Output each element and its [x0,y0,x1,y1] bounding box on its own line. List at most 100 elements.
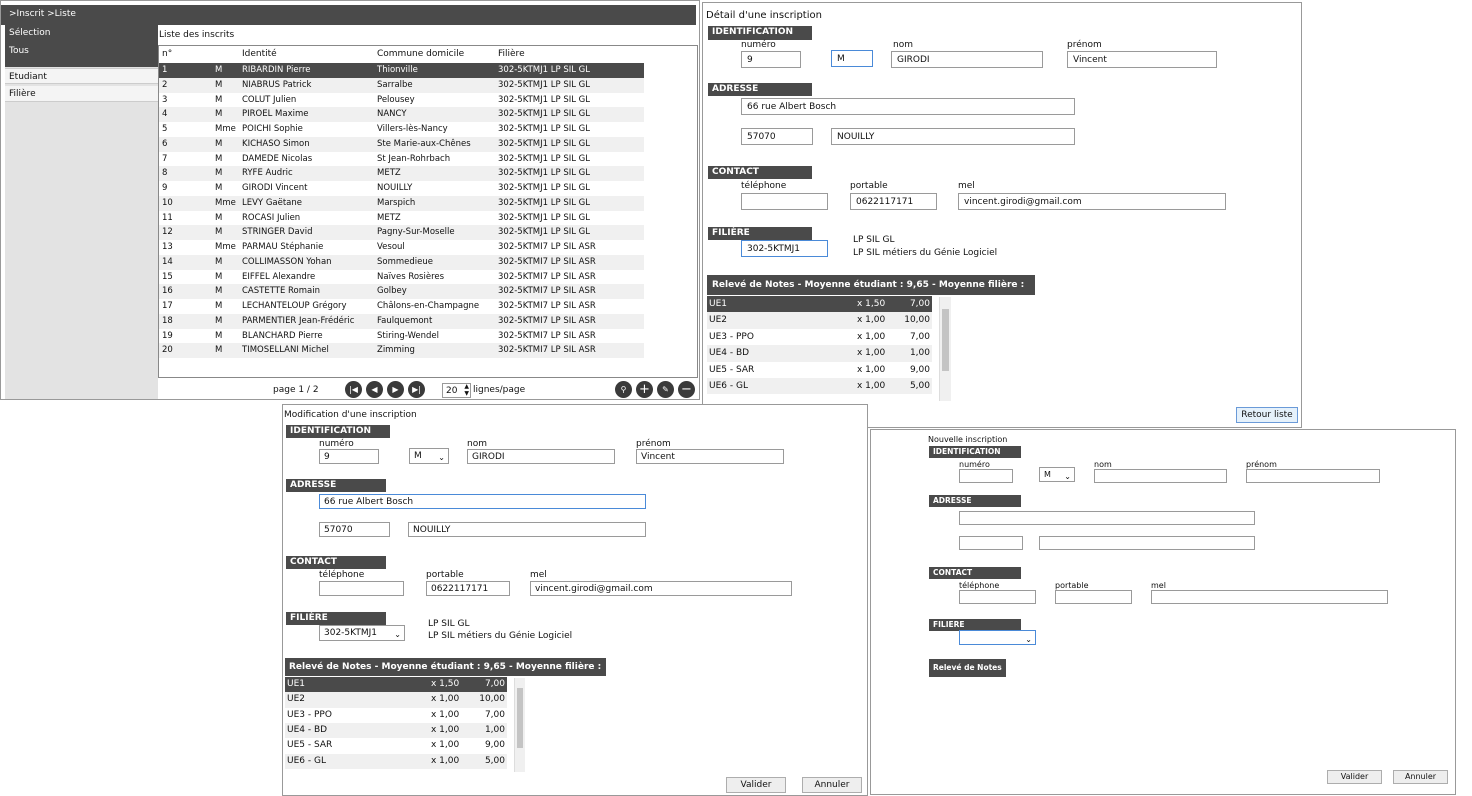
note-row[interactable]: UE5 - SAR x 1,00 9,00 [707,362,932,378]
telephone-field[interactable] [741,193,828,210]
note-row[interactable]: UE3 - PPO x 1,00 7,00 [707,329,932,345]
nouvelle-filiere-select[interactable]: ⌄ [959,630,1036,645]
modif-prenom-field[interactable]: Vincent [636,449,784,464]
sidebar-item-etudiant[interactable]: Etudiant [5,68,158,84]
search-icon[interactable]: ⚲ [615,381,632,398]
note-row[interactable]: UE1 x 1,50 7,00 [285,677,507,693]
table-row[interactable]: 20 M TIMOSELLANI Michel Zimming 302-5KTMI7 L… [159,343,644,359]
modif-cp-field[interactable]: 57070 [319,522,390,537]
table-row[interactable]: 5 Mme POICHI Sophie Villers-lès-Nancy 302-5K… [159,122,644,137]
modif-filiere-select[interactable]: 302-5KTMJ1 ⌄ [319,625,405,641]
numero-field[interactable]: 9 [741,51,801,68]
modif-valider-button[interactable]: Valider [726,777,786,793]
sidebar-item-tous[interactable]: Tous [5,43,158,59]
col-identite[interactable]: Identité [242,47,277,62]
cell-identite: CASTETTE Romain [242,286,320,297]
nouvelle-telephone-field[interactable] [959,590,1036,604]
prenom-field[interactable]: Vincent [1067,51,1217,68]
next-page-icon[interactable]: ▶ [387,381,404,398]
delete-icon[interactable]: − [678,381,695,398]
table-row[interactable]: 1 M RIBARDIN Pierre Thionville 302-5KTMJ1 LP… [159,63,644,78]
note-row[interactable]: UE2 x 1,00 10,00 [707,312,932,329]
retour-liste-button[interactable]: Retour liste [1236,407,1298,423]
nouvelle-annuler-button[interactable]: Annuler [1393,770,1448,784]
nouvelle-prenom-field[interactable] [1246,469,1380,483]
prev-page-icon[interactable]: ◀ [366,381,383,398]
table-row[interactable]: 15 M EIFFEL Alexandre Naïves Rosières 302-5K… [159,270,644,285]
modif-ville-field[interactable]: NOUILLY [408,522,646,537]
ville-field[interactable]: NOUILLY [831,128,1075,145]
nouvelle-section-identification: IDENTIFICATION [929,446,1021,458]
notes-scrollbar[interactable] [939,297,951,401]
note-row[interactable]: UE6 - GL x 1,00 5,00 [285,753,507,769]
note-value: 1,00 [909,348,930,359]
cell-filiere: 302-5KTMJ1 LP SIL GL [498,212,590,223]
col-filiere[interactable]: Filière [498,47,525,62]
table-row[interactable]: 19 M BLANCHARD Pierre Stiring-Wendel 302-5KT… [159,329,644,344]
cell-commune: Pagny-Sur-Moselle [377,227,455,238]
portable-field[interactable]: 0622117171 [850,193,937,210]
table-row[interactable]: 2 M NIABRUS Patrick Sarralbe 302-5KTMJ1 LP S… [159,77,644,93]
table-row[interactable]: 16 M CASTETTE Romain Golbey 302-5KTMI7 LP SI… [159,284,644,300]
table-row[interactable]: 13 Mme PARMAU Stéphanie Vesoul 302-5KTMI7 LP… [159,240,644,255]
modif-notes-scrollbar[interactable] [514,678,525,772]
table-row[interactable]: 4 M PIROEL Maxime NANCY 302-5KTMJ1 LP SIL GL [159,107,644,123]
table-row[interactable]: 14 M COLLIMASSON Yohan Sommedieue 302-5KTMI7… [159,254,644,270]
col-commune[interactable]: Commune domicile [377,47,464,62]
note-row[interactable]: UE1 x 1,50 7,00 [707,296,932,313]
note-row[interactable]: UE2 x 1,00 10,00 [285,692,507,708]
first-page-icon[interactable]: |◀ [345,381,362,398]
table-row[interactable]: 18 M PARMENTIER Jean-Frédéric Faulquemont 30… [159,313,644,329]
sidebar-item-filiere[interactable]: Filière [5,86,158,102]
cell-commune: Châlons-en-Champagne [377,301,480,311]
cell-commune: Vesoul [377,242,405,252]
note-value: 10,00 [479,694,505,705]
nouvelle-civilite-select[interactable]: M ⌄ [1039,467,1075,482]
edit-icon[interactable]: ✎ [657,381,674,398]
modif-rue-field[interactable]: 66 rue Albert Bosch [319,494,646,509]
modif-annuler-button[interactable]: Annuler [802,777,862,793]
nouvelle-portable-field[interactable] [1055,590,1132,604]
sidebar-item-selection[interactable]: Sélection [5,25,158,41]
table-row[interactable]: 17 M LECHANTELOUP Grégory Châlons-en-Champa… [159,299,644,314]
nouvelle-numero-field[interactable] [959,469,1013,483]
per-page-input[interactable]: 20 ▲ ▼ [442,383,471,398]
table-row[interactable]: 12 M STRINGER David Pagny-Sur-Moselle 302-5K… [159,225,644,241]
modif-telephone-field[interactable] [319,581,404,596]
table-row[interactable]: 9 M GIRODI Vincent NOUILLY 302-5KTMJ1 LP SIL… [159,181,644,196]
filiere-code-field[interactable]: 302-5KTMJ1 [741,240,828,257]
note-row[interactable]: UE5 - SAR x 1,00 9,00 [285,738,507,753]
table-row[interactable]: 11 M ROCASI Julien METZ 302-5KTMJ1 LP SIL GL [159,211,644,226]
nouvelle-rue-field[interactable] [959,511,1255,525]
modif-nom-field[interactable]: GIRODI [467,449,615,464]
table-row[interactable]: 10 Mme LEVY Gaëtane Marspich 302-5KTMJ1 LP S… [159,195,644,211]
nouvelle-nom-field[interactable] [1094,469,1227,483]
rue-field[interactable]: 66 rue Albert Bosch [741,98,1075,115]
modif-mel-field[interactable]: vincent.girodi@gmail.com [530,581,792,596]
note-row[interactable]: UE6 - GL x 1,00 5,00 [707,378,932,395]
table-row[interactable]: 6 M KICHASO Simon Ste Marie-aux-Chênes 302-5… [159,136,644,152]
nouvelle-section-contact: CONTACT [929,567,1021,579]
cp-field[interactable]: 57070 [741,128,813,145]
nouvelle-valider-button[interactable]: Valider [1327,770,1382,784]
table-row[interactable]: 3 M COLUT Julien Pelousey 302-5KTMJ1 LP SIL … [159,93,644,108]
mel-field[interactable]: vincent.girodi@gmail.com [958,193,1226,210]
civilite-field[interactable]: M [831,50,873,67]
nouvelle-cp-field[interactable] [959,536,1023,550]
modif-numero-field[interactable]: 9 [319,449,379,464]
modif-civilite-select[interactable]: M ⌄ [409,448,449,464]
note-row[interactable]: UE4 - BD x 1,00 1,00 [707,345,932,362]
note-row[interactable]: UE4 - BD x 1,00 1,00 [285,722,507,739]
last-page-icon[interactable]: ▶| [408,381,425,398]
section-contact: CONTACT [708,166,812,179]
add-icon[interactable]: + [636,381,653,398]
nom-field[interactable]: GIRODI [891,51,1043,68]
note-coef: x 1,00 [431,694,460,705]
nouvelle-ville-field[interactable] [1039,536,1255,550]
table-row[interactable]: 7 M DAMEDE Nicolas St Jean-Rohrbach 302-5KTM… [159,152,644,167]
cell-commune: Pelousey [377,94,415,105]
nouvelle-mel-field[interactable] [1151,590,1388,604]
note-row[interactable]: UE3 - PPO x 1,00 7,00 [285,708,507,723]
modif-portable-field[interactable]: 0622117171 [426,581,510,596]
table-row[interactable]: 8 M RYFE Audric METZ 302-5KTMJ1 LP SIL GL [159,166,644,182]
